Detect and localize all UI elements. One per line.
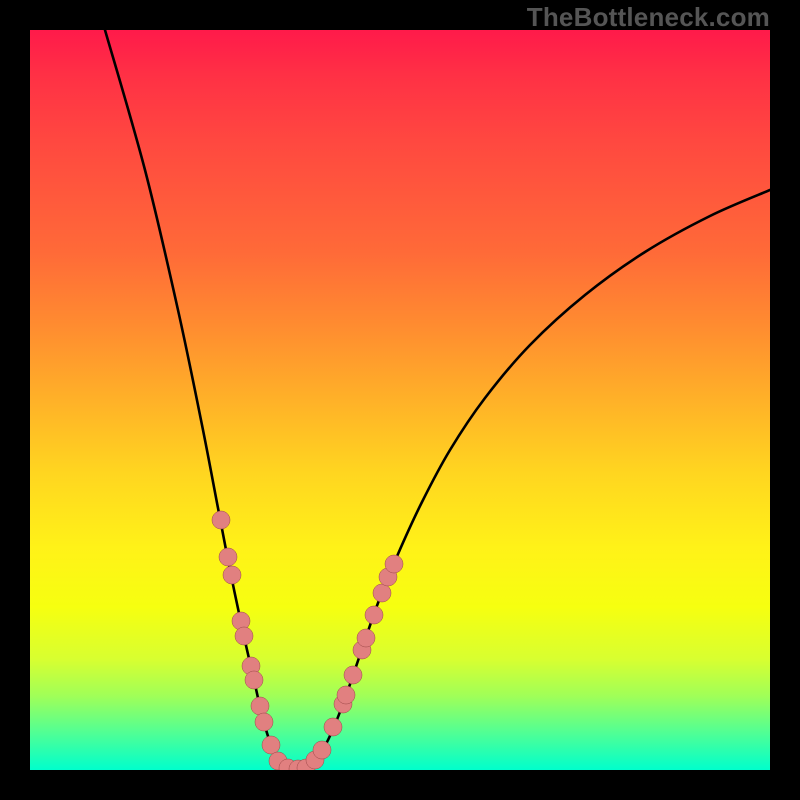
chart-svg (30, 30, 770, 770)
data-point (262, 736, 280, 754)
data-point (223, 566, 241, 584)
chart-frame: TheBottleneck.com (0, 0, 800, 800)
plot-area (30, 30, 770, 770)
data-point (385, 555, 403, 573)
data-point (337, 686, 355, 704)
marker-group (212, 511, 403, 770)
data-point (212, 511, 230, 529)
bottleneck-curve (105, 30, 770, 769)
data-point (324, 718, 342, 736)
data-point (357, 629, 375, 647)
data-point (235, 627, 253, 645)
watermark-text: TheBottleneck.com (527, 2, 770, 33)
data-point (245, 671, 263, 689)
data-point (373, 584, 391, 602)
data-point (255, 713, 273, 731)
data-point (365, 606, 383, 624)
data-point (313, 741, 331, 759)
data-point (219, 548, 237, 566)
data-point (344, 666, 362, 684)
data-point (251, 697, 269, 715)
